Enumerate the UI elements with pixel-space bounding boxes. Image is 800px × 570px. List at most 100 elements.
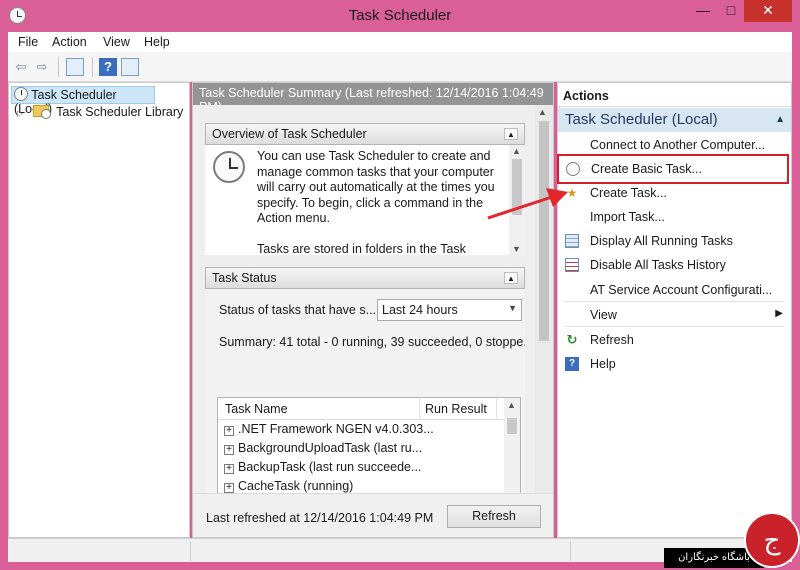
collapse-icon[interactable]: ▲: [775, 114, 785, 125]
scroll-thumb[interactable]: [507, 418, 517, 434]
scroll-up-icon[interactable]: ▲: [507, 400, 516, 410]
action-create-task[interactable]: ★ Create Task...: [558, 182, 791, 204]
refresh-button[interactable]: Refresh: [447, 505, 541, 528]
overview-paragraph: You can use Task Scheduler to create and…: [257, 149, 495, 225]
arrow-shaft: [487, 195, 553, 220]
summary-footer: Last refreshed at 12/14/2016 1:04:49 PM …: [193, 493, 553, 537]
expand-chevron-icon[interactable]: ▷: [17, 109, 23, 118]
actions-group-title: Task Scheduler (Local): [565, 111, 718, 128]
action-at-service-account-config[interactable]: AT Service Account Configurati...: [558, 279, 791, 301]
overview-content: You can use Task Scheduler to create and…: [205, 145, 525, 255]
task-scheduler-window: Task Scheduler — □ ✕ File Action View He…: [0, 0, 800, 570]
action-create-basic-task[interactable]: Create Basic Task...: [557, 154, 789, 184]
action-help[interactable]: ? Help: [558, 353, 791, 375]
menu-action[interactable]: Action: [52, 35, 87, 49]
toolbar-separator: [58, 57, 59, 77]
expand-plus-icon[interactable]: +: [224, 464, 234, 474]
watermark-emblem: ج: [744, 512, 800, 568]
action-label: AT Service Account Configurati...: [590, 283, 773, 297]
close-button[interactable]: ✕: [744, 0, 792, 22]
chevron-right-icon: ▶: [775, 308, 783, 319]
expand-plus-icon[interactable]: +: [224, 445, 234, 455]
show-hide-console-tree-icon[interactable]: [66, 58, 84, 76]
actions-group-header[interactable]: Task Scheduler (Local) ▲: [558, 108, 791, 132]
action-label: View: [590, 308, 617, 322]
overview-section: Overview of Task Scheduler ▲ You can use…: [205, 123, 525, 255]
show-hide-action-pane-icon[interactable]: [121, 58, 139, 76]
overview-paragraph-2: Tasks are stored in folders in the Task: [257, 241, 466, 256]
annotation-arrow: [487, 188, 568, 220]
task-status-table: Task Name Run Result + .NET Framework NGE…: [217, 397, 521, 495]
table-row[interactable]: + .NET Framework NGEN v4.0.303...: [224, 422, 434, 440]
tree-item-label: Task Scheduler Library: [56, 105, 184, 119]
summary-header: Task Scheduler Summary (Last refreshed: …: [193, 83, 553, 114]
summary-scrollbar[interactable]: ▲ ▼: [535, 105, 553, 515]
divider: [564, 326, 784, 327]
action-label: Create Basic Task...: [591, 162, 702, 176]
action-label: Import Task...: [590, 210, 665, 224]
console-tree-pane: Task Scheduler (Local) ▷ Task Scheduler …: [8, 82, 190, 538]
action-label: Help: [590, 357, 616, 371]
scroll-up-icon[interactable]: ▲: [538, 107, 547, 117]
expand-plus-icon[interactable]: +: [224, 426, 234, 436]
collapse-icon[interactable]: ▲: [504, 272, 518, 284]
task-status-header[interactable]: Task Status ▲: [205, 267, 525, 289]
action-refresh[interactable]: ↻ Refresh: [558, 329, 791, 351]
menu-bar: File Action View Help: [8, 32, 792, 52]
task-status-section: Task Status ▲ Status of tasks that have …: [205, 267, 525, 495]
summary-pane: Task Scheduler Summary (Last refreshed: …: [192, 82, 554, 538]
status-filter-label: Status of tasks that have s...: [219, 303, 377, 317]
expand-plus-icon[interactable]: +: [224, 483, 234, 493]
status-summary-text: Summary: 41 total - 0 running, 39 succee…: [219, 335, 525, 349]
status-period-dropdown[interactable]: Last 24 hours ▼: [377, 299, 522, 321]
scroll-up-icon[interactable]: ▲: [512, 146, 521, 156]
clock-icon: [14, 87, 28, 101]
column-header-run-result[interactable]: Run Result: [425, 402, 487, 416]
column-header-task-name[interactable]: Task Name: [225, 402, 288, 416]
table-header: Task Name Run Result: [218, 398, 504, 420]
task-name: BackupTask (last run succeede...: [238, 460, 422, 474]
table-scrollbar[interactable]: ▲: [504, 398, 520, 495]
action-display-all-running-tasks[interactable]: Display All Running Tasks: [558, 230, 791, 252]
action-view[interactable]: View ▶: [558, 304, 791, 326]
actions-header: Actions: [558, 83, 791, 107]
menu-help[interactable]: Help: [144, 35, 170, 49]
actions-pane: Actions Task Scheduler (Local) ▲ Connect…: [557, 82, 792, 538]
menu-view[interactable]: View: [103, 35, 130, 49]
last-refreshed-text: Last refreshed at 12/14/2016 1:04:49 PM: [206, 511, 434, 525]
table-row[interactable]: + BackgroundUploadTask (last ru...: [224, 441, 422, 459]
menu-file[interactable]: File: [18, 35, 38, 49]
refresh-icon: ↻: [566, 332, 578, 347]
action-import-task[interactable]: Import Task...: [558, 206, 791, 228]
tree-item-task-scheduler-local[interactable]: Task Scheduler (Local): [11, 86, 155, 116]
forward-arrow-icon[interactable]: ⇨: [33, 58, 51, 76]
overview-section-header[interactable]: Overview of Task Scheduler ▲: [205, 123, 525, 145]
task-scheduler-clock-icon: [213, 151, 245, 183]
back-arrow-icon[interactable]: ⇦: [12, 58, 30, 76]
column-divider[interactable]: [496, 398, 497, 420]
toolbar: ⇦ ⇨ ?: [8, 52, 792, 82]
task-name: BackgroundUploadTask (last ru...: [238, 441, 423, 455]
maximize-button[interactable]: □: [718, 0, 744, 22]
column-divider[interactable]: [419, 398, 420, 420]
collapse-icon[interactable]: ▲: [504, 128, 518, 140]
table-row[interactable]: + BackupTask (last run succeede...: [224, 460, 421, 478]
clock-icon: [566, 162, 580, 176]
task-status-title: Task Status: [212, 271, 277, 285]
title-bar[interactable]: Task Scheduler — □ ✕: [0, 0, 800, 32]
help-icon[interactable]: ?: [99, 58, 117, 76]
overview-title: Overview of Task Scheduler: [212, 127, 367, 141]
toolbar-separator: [92, 57, 93, 77]
action-disable-all-tasks-history[interactable]: Disable All Tasks History: [558, 254, 791, 276]
status-period-value: Last 24 hours: [382, 303, 458, 317]
minimize-button[interactable]: —: [688, 0, 718, 22]
scroll-down-icon[interactable]: ▼: [512, 244, 521, 254]
help-icon: ?: [565, 357, 579, 371]
grid-icon: [565, 234, 579, 248]
overview-text: You can use Task Scheduler to create and…: [257, 149, 502, 255]
summary-body: Overview of Task Scheduler ▲ You can use…: [193, 105, 535, 515]
action-label: Display All Running Tasks: [590, 234, 733, 248]
tree-item-task-scheduler-library[interactable]: ▷ Task Scheduler Library: [17, 105, 187, 123]
scroll-thumb[interactable]: [539, 121, 549, 341]
action-connect-to-another-computer[interactable]: Connect to Another Computer...: [558, 134, 791, 156]
